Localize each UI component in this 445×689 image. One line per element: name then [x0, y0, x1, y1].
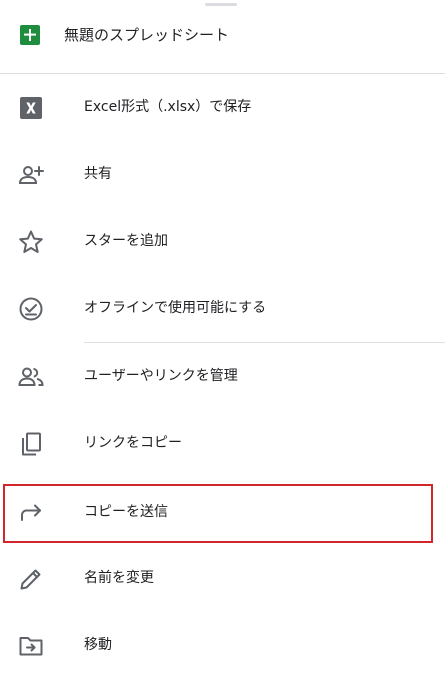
pencil-icon	[20, 569, 41, 590]
menu-item-label: オフラインで使用可能にする	[84, 300, 267, 316]
menu-item-label: ユーザーやリンクを管理	[84, 368, 238, 384]
menu-item-share[interactable]: 共有	[0, 141, 445, 208]
move-folder-icon	[19, 637, 43, 656]
menu-item-move[interactable]: 移動	[0, 612, 445, 679]
offline-check-icon	[19, 297, 43, 321]
menu-item-copy-link[interactable]: リンクをコピー	[0, 410, 445, 477]
people-icon	[18, 367, 44, 386]
menu-item-label: Excel形式（.xlsx）で保存	[84, 99, 252, 115]
star-outline-icon	[19, 230, 43, 253]
document-title: 無題のスプレッドシート	[64, 26, 230, 44]
menu-item-save-as-excel[interactable]: Excel形式（.xlsx）で保存	[0, 74, 445, 141]
person-add-icon	[18, 166, 44, 184]
menu-item-label: 共有	[84, 166, 112, 182]
sheet-header: 無題のスプレッドシート	[0, 0, 445, 72]
copy-icon	[22, 432, 41, 456]
menu-item-make-available-offline[interactable]: オフラインで使用可能にする	[0, 275, 445, 342]
menu-item-rename[interactable]: 名前を変更	[0, 545, 445, 612]
menu-item-label: 移動	[84, 637, 112, 653]
menu-item-label: コピーを送信	[84, 504, 168, 520]
menu-item-manage-people-links[interactable]: ユーザーやリンクを管理	[0, 343, 445, 410]
excel-x-icon	[20, 97, 42, 119]
menu-item-send-copy[interactable]: コピーを送信	[0, 479, 445, 546]
menu-item-label: リンクをコピー	[84, 435, 182, 451]
menu-item-add-star[interactable]: スターを追加	[0, 208, 445, 275]
bottom-sheet: 無題のスプレッドシート Excel形式（.xlsx）で保存 共有 スターを追加	[0, 0, 445, 689]
forward-arrow-icon	[21, 504, 41, 521]
menu-item-label: スターを追加	[84, 233, 168, 249]
menu-item-label: 名前を変更	[84, 570, 154, 586]
google-sheets-icon	[20, 25, 40, 45]
